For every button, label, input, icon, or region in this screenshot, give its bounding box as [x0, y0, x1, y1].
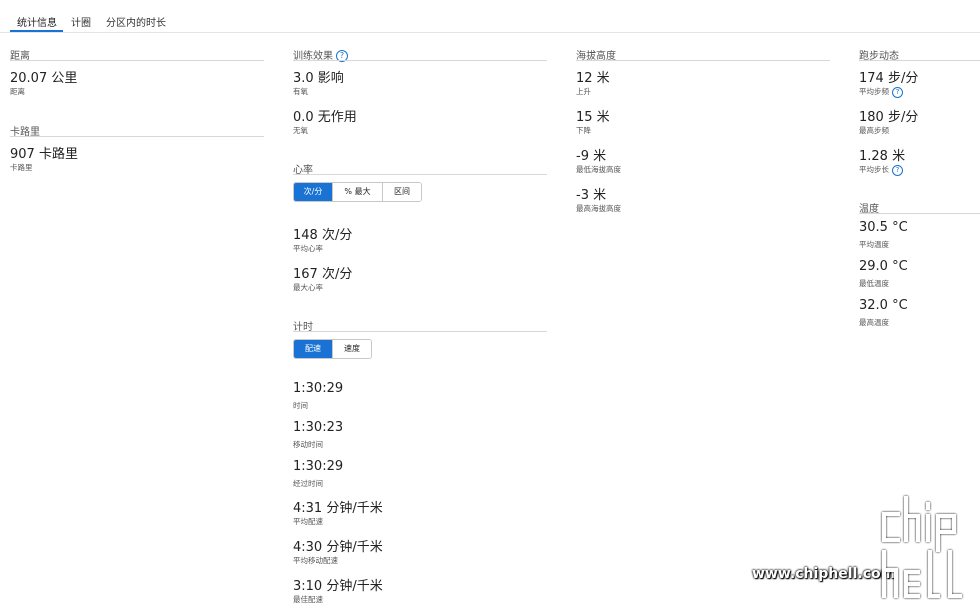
watermark-url: www.chiphell.com: [752, 566, 896, 582]
calories-label: 卡路里: [10, 163, 33, 172]
avg-moving-pace-label: 平均移动配速: [293, 556, 338, 565]
avg-heart-rate-value: 148 次/分: [293, 228, 353, 243]
hr-unit-bpm-option[interactable]: 次/分: [294, 183, 332, 201]
elevation-loss-value: 15 米: [576, 110, 610, 125]
elapsed-time-value: 1:30:29: [293, 459, 344, 474]
help-icon[interactable]: ?: [892, 86, 903, 98]
best-pace-value: 3:10 分钟/千米: [293, 579, 383, 594]
elapsed-time-label: 经过时间: [293, 479, 323, 488]
elevation-gain-label: 上升: [576, 87, 591, 96]
min-elevation-label: 最低海拔高度: [576, 165, 621, 174]
max-temperature-value: 32.0 °C: [859, 298, 908, 313]
divider: [576, 60, 830, 61]
moving-time-label: 移动时间: [293, 440, 323, 449]
timing-speed-option[interactable]: 速度: [332, 340, 371, 358]
divider: [293, 331, 547, 332]
max-elevation-label: 最高海拔高度: [576, 204, 621, 213]
moving-time-value: 1:30:23: [293, 420, 344, 435]
avg-pace-value: 4:31 分钟/千米: [293, 501, 383, 516]
avg-cadence-label: 平均步频?: [859, 86, 903, 98]
avg-temperature-label: 平均温度: [859, 240, 889, 249]
tab-bar: 统计信息 计圈 分区内的时长: [0, 0, 980, 33]
max-temperature-label: 最高温度: [859, 318, 889, 327]
timing-pace-option[interactable]: 配速: [294, 340, 332, 358]
best-pace-label: 最佳配速: [293, 595, 323, 604]
tab-time-in-zones[interactable]: 分区内的时长: [106, 14, 166, 29]
avg-stride-label-text: 平均步长: [859, 165, 889, 174]
avg-heart-rate-label: 平均心率: [293, 244, 323, 253]
elevation-gain-value: 12 米: [576, 71, 610, 86]
min-temperature-label: 最低温度: [859, 279, 889, 288]
avg-cadence-value: 174 步/分: [859, 71, 919, 86]
divider: [10, 60, 264, 61]
time-label: 时间: [293, 401, 308, 410]
max-elevation-value: -3 米: [576, 188, 607, 203]
divider: [10, 136, 264, 137]
max-cadence-label: 最高步频: [859, 126, 889, 135]
avg-stride-length-label: 平均步长?: [859, 164, 903, 176]
calories-value: 907 卡路里: [10, 147, 78, 162]
time-value: 1:30:29: [293, 381, 344, 396]
avg-cadence-label-text: 平均步频: [859, 87, 889, 96]
divider: [859, 213, 980, 214]
divider: [293, 174, 547, 175]
heart-rate-unit-toggle: 次/分 % 最大 区间: [293, 182, 422, 202]
max-cadence-value: 180 步/分: [859, 110, 919, 125]
distance-value: 20.07 公里: [10, 71, 78, 86]
tab-laps[interactable]: 计圈: [71, 14, 91, 29]
tab-stats[interactable]: 统计信息: [17, 14, 57, 29]
timing-unit-toggle: 配速 速度: [293, 339, 372, 359]
aerobic-effect-value: 3.0 影响: [293, 71, 344, 86]
divider: [859, 60, 980, 61]
hr-unit-percent-max-option[interactable]: % 最大: [332, 183, 382, 201]
min-elevation-value: -9 米: [576, 149, 607, 164]
chiphell-logo: [882, 496, 962, 598]
avg-temperature-value: 30.5 °C: [859, 220, 908, 235]
anaerobic-effect-value: 0.0 无作用: [293, 110, 357, 125]
max-heart-rate-label: 最大心率: [293, 283, 323, 292]
divider: [293, 60, 547, 61]
elevation-loss-label: 下降: [576, 126, 591, 135]
hr-unit-zones-option[interactable]: 区间: [382, 183, 421, 201]
avg-pace-label: 平均配速: [293, 517, 323, 526]
min-temperature-value: 29.0 °C: [859, 259, 908, 274]
anaerobic-effect-label: 无氧: [293, 126, 308, 135]
distance-label: 距离: [10, 87, 25, 96]
help-icon[interactable]: ?: [892, 164, 903, 176]
aerobic-effect-label: 有氧: [293, 87, 308, 96]
avg-stride-length-value: 1.28 米: [859, 149, 906, 164]
max-heart-rate-value: 167 次/分: [293, 267, 353, 282]
avg-moving-pace-value: 4:30 分钟/千米: [293, 540, 383, 555]
active-tab-indicator: [10, 30, 63, 32]
